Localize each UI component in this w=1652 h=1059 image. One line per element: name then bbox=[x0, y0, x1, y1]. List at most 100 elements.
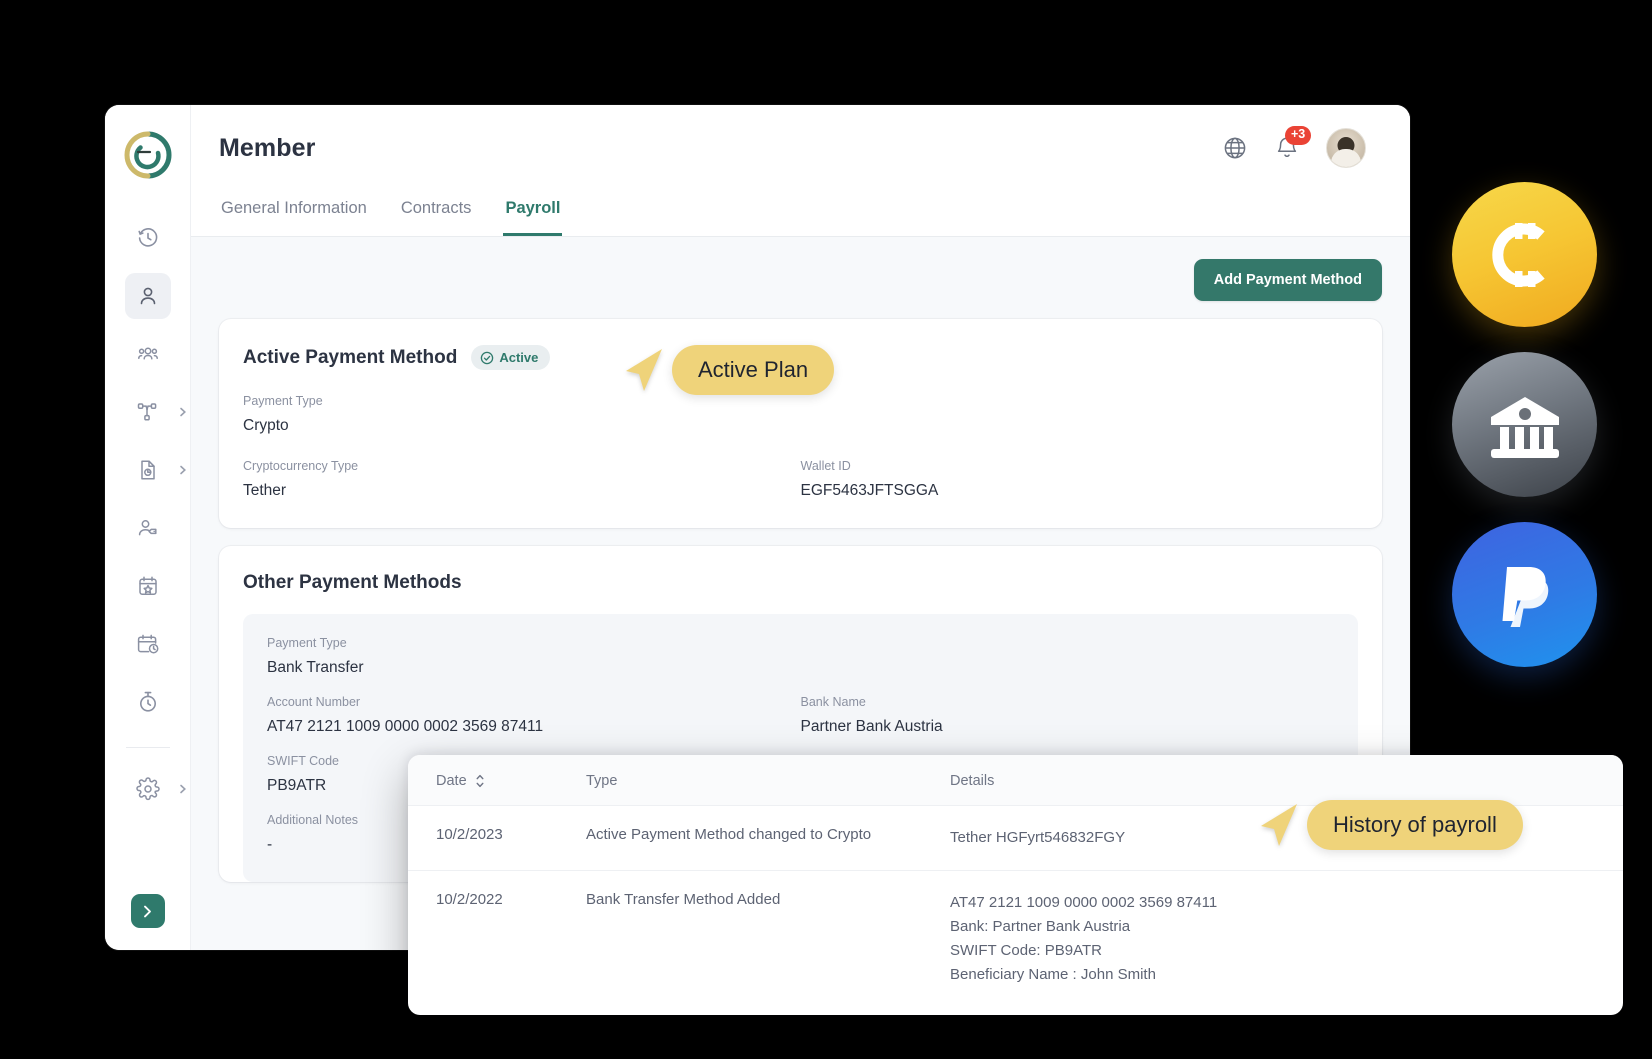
sidebar bbox=[105, 105, 191, 950]
sidebar-item-schedule[interactable] bbox=[125, 621, 171, 667]
sidebar-item-time-tracking[interactable] bbox=[125, 215, 171, 261]
header-actions: +3 bbox=[1222, 126, 1366, 168]
sidebar-item-timer[interactable] bbox=[125, 679, 171, 725]
field-cryptocurrency-type: Cryptocurrency Type Tether bbox=[243, 459, 801, 500]
callout-label: Active Plan bbox=[672, 345, 835, 395]
screenshot-stage: Member +3 General Information Contracts … bbox=[0, 0, 1652, 1059]
history-table-header: Date Type Details bbox=[408, 755, 1623, 806]
sidebar-nav-list bbox=[105, 215, 190, 824]
language-button[interactable] bbox=[1222, 135, 1248, 161]
content-toolbar: Add Payment Method bbox=[219, 259, 1382, 301]
field-label: Payment Type bbox=[267, 636, 347, 650]
tab-general-information[interactable]: General Information bbox=[219, 191, 369, 236]
chevron-right-icon bbox=[177, 464, 189, 476]
callout-history-of-payroll: History of payroll bbox=[1255, 800, 1523, 850]
tab-payroll[interactable]: Payroll bbox=[503, 191, 563, 236]
chevron-right-icon bbox=[177, 783, 189, 795]
field-value: Crypto bbox=[243, 417, 289, 434]
gear-icon bbox=[135, 777, 160, 801]
bank-badge bbox=[1452, 352, 1597, 497]
chevron-right-icon bbox=[144, 905, 151, 917]
clock-history-icon bbox=[137, 228, 157, 247]
active-payment-method-title: Active Payment Method bbox=[243, 346, 458, 368]
callout-active-plan: Active Plan bbox=[620, 345, 835, 395]
history-cell-details: AT47 2121 1009 0000 0002 3569 87411 Bank… bbox=[950, 891, 1595, 987]
field-value: AT47 2121 1009 0000 0002 3569 87411 bbox=[267, 718, 544, 735]
check-circle-icon bbox=[481, 351, 494, 364]
field-account-number: Account Number AT47 2121 1009 0000 0002 … bbox=[267, 695, 801, 736]
paypal-icon bbox=[1502, 566, 1548, 627]
field-label: Payment Type bbox=[243, 394, 323, 408]
history-cell-date: 10/2/2022 bbox=[436, 891, 503, 908]
history-cell-date: 10/2/2023 bbox=[436, 826, 503, 843]
sidebar-item-member[interactable] bbox=[124, 273, 171, 319]
sidebar-bottom bbox=[130, 894, 165, 928]
notification-badge: +3 bbox=[1285, 126, 1312, 145]
callout-label: History of payroll bbox=[1307, 800, 1523, 850]
other-payment-methods-title: Other Payment Methods bbox=[243, 572, 462, 593]
tab-bar: General Information Contracts Payroll bbox=[191, 191, 1410, 237]
details-line: Beneficiary Name : John Smith bbox=[950, 966, 1156, 983]
avatar[interactable] bbox=[1326, 128, 1366, 168]
sidebar-divider bbox=[125, 747, 170, 748]
crypto-coin-icon bbox=[1491, 222, 1545, 287]
tab-contracts[interactable]: Contracts bbox=[399, 191, 474, 236]
stopwatch-icon bbox=[139, 691, 156, 712]
cursor-pointer-icon bbox=[1261, 804, 1297, 846]
field-bank-name: Bank Name Partner Bank Austria bbox=[801, 695, 1335, 736]
chevron-right-icon bbox=[177, 406, 189, 418]
sort-updown-icon bbox=[476, 774, 484, 788]
history-column-date[interactable]: Date bbox=[436, 773, 586, 789]
table-row[interactable]: 10/2/2022 Bank Transfer Method Added AT4… bbox=[408, 871, 1623, 1007]
sidebar-item-organization[interactable] bbox=[125, 389, 186, 435]
field-value: EGF5463JFTSGGA bbox=[800, 482, 939, 499]
field-wallet-id: Wallet ID EGF5463JFTSGGA bbox=[801, 459, 1359, 500]
sidebar-item-recruitment[interactable] bbox=[125, 505, 171, 551]
history-cell-type: Active Payment Method changed to Crypto bbox=[586, 826, 872, 843]
history-cell-type: Bank Transfer Method Added bbox=[586, 891, 781, 908]
column-label: Date bbox=[436, 773, 467, 789]
sidebar-item-reports[interactable] bbox=[125, 447, 186, 493]
user-icon bbox=[140, 287, 155, 305]
company-logo[interactable] bbox=[122, 129, 174, 181]
status-badge-label: Active bbox=[499, 350, 539, 365]
details-line: Bank: Partner Bank Austria bbox=[950, 918, 1131, 935]
field-label: Cryptocurrency Type bbox=[243, 459, 359, 473]
add-payment-method-button[interactable]: Add Payment Method bbox=[1193, 259, 1382, 301]
status-badge: Active bbox=[471, 345, 551, 370]
sidebar-item-settings[interactable] bbox=[125, 766, 186, 812]
column-label: Details bbox=[950, 773, 995, 789]
history-column-details[interactable]: Details bbox=[950, 773, 1595, 789]
field-label: Bank Name bbox=[800, 695, 866, 709]
bank-building-icon bbox=[1490, 396, 1559, 458]
sidebar-item-events[interactable] bbox=[125, 563, 171, 609]
calendar-clock-icon bbox=[137, 634, 158, 654]
page-title: Member bbox=[219, 133, 316, 162]
field-value: Partner Bank Austria bbox=[800, 718, 943, 735]
document-report-icon bbox=[140, 460, 155, 480]
details-line: SWIFT Code: PB9ATR bbox=[950, 942, 1102, 959]
paypal-badge bbox=[1452, 522, 1597, 667]
payroll-history-panel: Date Type Details 10/2/2023 Active Payme… bbox=[408, 755, 1623, 1015]
column-label: Type bbox=[586, 773, 618, 789]
field-payment-type: Payment Type Bank Transfer bbox=[267, 636, 1334, 677]
sidebar-item-teams[interactable] bbox=[125, 331, 171, 377]
notifications-button[interactable]: +3 bbox=[1274, 126, 1312, 161]
field-value: Tether bbox=[243, 482, 287, 499]
people-group-icon bbox=[137, 347, 158, 360]
field-value: Bank Transfer bbox=[267, 659, 364, 676]
calendar-star-icon bbox=[138, 576, 157, 595]
history-column-type[interactable]: Type bbox=[586, 773, 950, 789]
crypto-coin-badge bbox=[1452, 182, 1597, 327]
details-line: AT47 2121 1009 0000 0002 3569 87411 bbox=[950, 894, 1218, 911]
user-tag-icon bbox=[138, 520, 157, 536]
field-payment-type: Payment Type Crypto bbox=[243, 394, 1358, 435]
sidebar-expand-button[interactable] bbox=[130, 894, 165, 928]
cursor-pointer-icon bbox=[626, 349, 662, 391]
org-chart-icon bbox=[137, 403, 156, 421]
field-label: Wallet ID bbox=[800, 459, 851, 473]
field-label: Account Number bbox=[267, 695, 361, 709]
top-header: Member +3 bbox=[191, 105, 1410, 191]
logo-icon bbox=[124, 131, 171, 179]
globe-icon bbox=[1224, 137, 1246, 159]
